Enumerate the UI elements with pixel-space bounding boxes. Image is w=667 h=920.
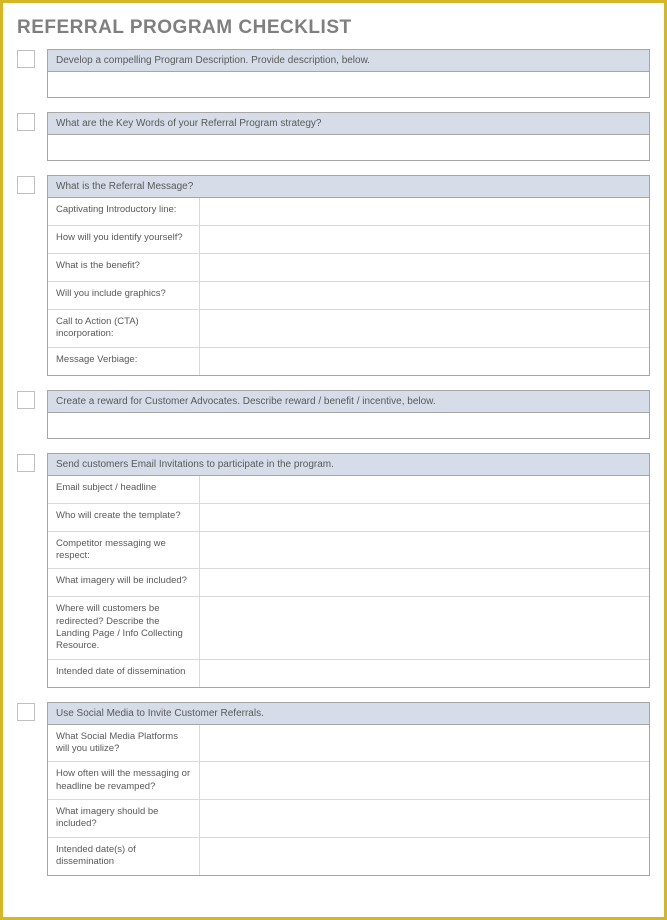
section-header: Send customers Email Invitations to part… [47,453,650,476]
row-input[interactable] [200,504,649,531]
row-label: How will you identify yourself? [48,226,200,253]
page-title: REFERRAL PROGRAM CHECKLIST [17,17,650,39]
table-row: Where will customers be redirected? Desc… [48,597,649,659]
input-area[interactable] [47,135,650,161]
row-input[interactable] [200,597,649,658]
row-label: Call to Action (CTA) incorporation: [48,310,200,347]
row-input[interactable] [200,725,649,762]
section-program-description: Develop a compelling Program Description… [17,49,650,98]
row-label: Where will customers be redirected? Desc… [48,597,200,658]
row-label: What is the benefit? [48,254,200,281]
row-label: What Social Media Platforms will you uti… [48,725,200,762]
checkbox[interactable] [17,391,35,409]
table-row: What is the benefit? [48,254,649,282]
row-label: Intended date of dissemination [48,660,200,687]
table-row: How often will the messaging or headline… [48,762,649,800]
table-row: Email subject / headline [48,476,649,504]
table-row: What Social Media Platforms will you uti… [48,725,649,763]
row-label: Captivating Introductory line: [48,198,200,225]
checkbox[interactable] [17,176,35,194]
row-input[interactable] [200,838,649,875]
row-input[interactable] [200,532,649,569]
table-row: Intended date of dissemination [48,660,649,688]
row-input[interactable] [200,348,649,375]
row-label: Competitor messaging we respect: [48,532,200,569]
table-row: Captivating Introductory line: [48,198,649,226]
row-input[interactable] [200,254,649,281]
table-row: Call to Action (CTA) incorporation: [48,310,649,348]
row-label: Email subject / headline [48,476,200,503]
table-row: Competitor messaging we respect: [48,532,649,570]
row-input[interactable] [200,762,649,799]
section-header: What are the Key Words of your Referral … [47,112,650,135]
table-row: Will you include graphics? [48,282,649,310]
checkbox[interactable] [17,50,35,68]
section-social-media: Use Social Media to Invite Customer Refe… [17,702,650,876]
row-input[interactable] [200,800,649,837]
table-row: What imagery will be included? [48,569,649,597]
checkbox[interactable] [17,703,35,721]
row-label: Who will create the template? [48,504,200,531]
table-row: What imagery should be included? [48,800,649,838]
row-label: What imagery will be included? [48,569,200,596]
section-header: Use Social Media to Invite Customer Refe… [47,702,650,725]
section-header: Create a reward for Customer Advocates. … [47,390,650,413]
row-input[interactable] [200,569,649,596]
row-label: How often will the messaging or headline… [48,762,200,799]
row-label: Intended date(s) of dissemination [48,838,200,875]
row-input[interactable] [200,198,649,225]
row-input[interactable] [200,660,649,687]
checkbox[interactable] [17,113,35,131]
table-row: How will you identify yourself? [48,226,649,254]
row-input[interactable] [200,310,649,347]
row-label: Message Verbiage: [48,348,200,375]
checkbox[interactable] [17,454,35,472]
section-customer-advocates: Create a reward for Customer Advocates. … [17,390,650,439]
table-row: Message Verbiage: [48,348,649,376]
input-area[interactable] [47,72,650,98]
row-label: What imagery should be included? [48,800,200,837]
section-referral-message: What is the Referral Message? Captivatin… [17,175,650,376]
row-label: Will you include graphics? [48,282,200,309]
row-input[interactable] [200,226,649,253]
section-email-invitations: Send customers Email Invitations to part… [17,453,650,688]
table-row: Who will create the template? [48,504,649,532]
section-header: Develop a compelling Program Description… [47,49,650,72]
section-key-words: What are the Key Words of your Referral … [17,112,650,161]
row-input[interactable] [200,476,649,503]
row-input[interactable] [200,282,649,309]
input-area[interactable] [47,413,650,439]
section-header: What is the Referral Message? [47,175,650,198]
table-row: Intended date(s) of dissemination [48,838,649,876]
